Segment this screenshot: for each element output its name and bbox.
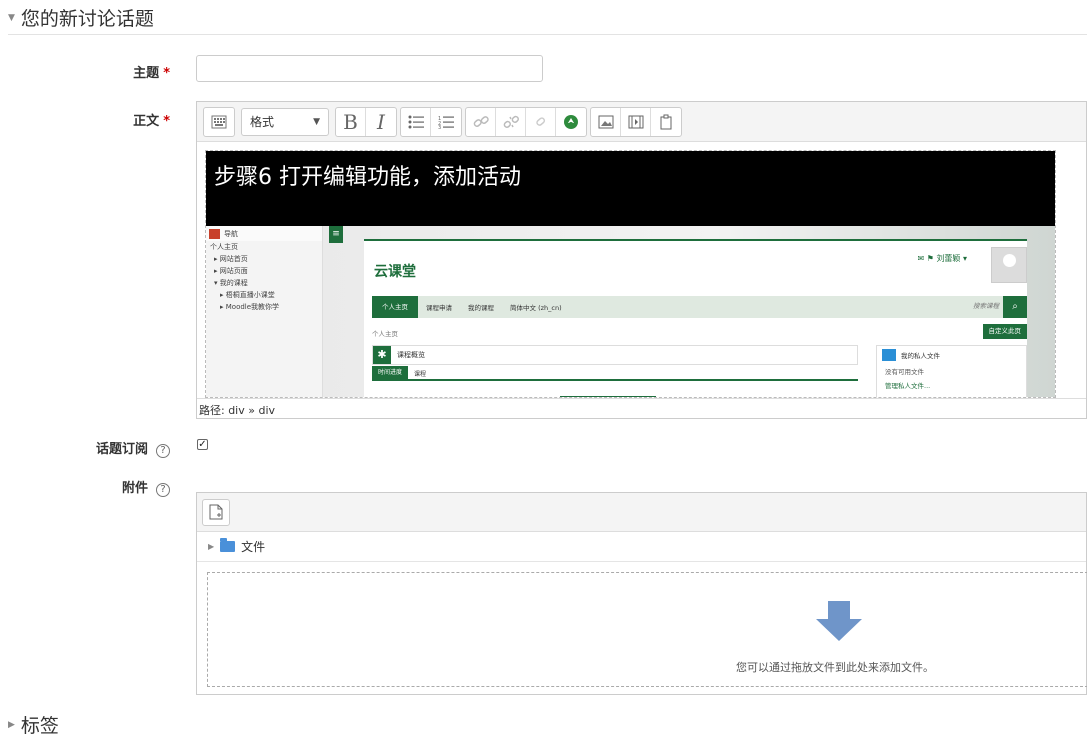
attachment-label-text: 附件 [121, 481, 148, 496]
nav-item: ▸ 梧桐直播小课堂 [220, 291, 275, 299]
unlink-button[interactable] [496, 107, 526, 136]
tab: 时间进度 [372, 366, 409, 380]
format-select-label: 格式 [250, 115, 275, 129]
nav-item: ▸ 网站首页 [214, 255, 248, 263]
section-tags-toggle[interactable]: ▶ 标签 [8, 711, 59, 738]
menu-item: 我的课程 [468, 304, 494, 312]
bold-button[interactable]: B [336, 107, 366, 136]
block-title: 课程概览 [397, 351, 425, 359]
breadcrumb: 个人主页 [372, 330, 398, 338]
editor-content-area[interactable]: 步骤6 打开编辑功能，添加活动 导航 个人主页 ▸ 网站首页 ▸ 网站页面 ▾ … [205, 150, 1056, 398]
customize-button: 自定义此页 [982, 324, 1027, 339]
folder-icon [220, 538, 236, 552]
screenshot-nav-block: 导航 个人主页 ▸ 网站首页 ▸ 网站页面 ▾ 我的课程 ▸ 梧桐直播小课堂 ▸… [206, 226, 323, 397]
clipboard-icon [660, 114, 672, 129]
subject-label: 主题 * [0, 62, 170, 81]
subscribe-label-text: 话题订阅 [95, 442, 148, 457]
file-manager: ▶ 文件 您可以通过拖放文件到此处来添加文件。 [196, 492, 1087, 695]
section-new-discussion-toggle[interactable]: ▼ 您的新讨论话题 [8, 4, 154, 31]
attachment-label: 附件? [0, 477, 170, 497]
link-icon [473, 115, 489, 127]
menu-item: 简体中文 (zh_cn) [510, 304, 562, 312]
format-select[interactable]: 格式 ▼ [241, 107, 329, 136]
recycle-icon [564, 114, 578, 129]
private-files-block: 我的私人文件 没有可用文件 管理私人文件... [876, 345, 1027, 397]
gear-icon: ✱ [373, 346, 391, 364]
help-icon[interactable]: ? [156, 444, 170, 458]
files-title: 我的私人文件 [901, 352, 940, 360]
film-icon [628, 115, 643, 128]
manage-files-link: 管理私人文件... [885, 382, 931, 390]
media-button[interactable] [621, 107, 651, 136]
numbered-list-icon: 123 [438, 116, 454, 129]
caret-right-icon: ▶ [8, 719, 15, 730]
nav-item: ▸ Moodle我教你学 [220, 303, 280, 311]
anchor-button[interactable] [526, 107, 556, 136]
help-icon[interactable]: ? [156, 483, 170, 497]
user-name: ✉ ⚑ 刘蕾颖 ▾ [917, 254, 967, 263]
folder-tree-item[interactable]: ▶ 文件 [197, 532, 1086, 562]
brand-title: 云课堂 [374, 264, 416, 280]
screenshot-main: 云课堂 ✉ ⚑ 刘蕾颖 ▾ 个人主页 课程申请 我的课程 简体中文 (zh_cn… [364, 239, 1027, 397]
editor-path: 路径: div » div [197, 398, 1086, 418]
folder-icon [882, 349, 896, 361]
file-manager-toolbar [197, 493, 1086, 532]
nav-item: 个人主页 [210, 243, 238, 251]
sitemap-icon [209, 228, 220, 239]
unordered-list-button[interactable] [401, 107, 431, 136]
required-icon: * [163, 66, 170, 81]
search-icon: ⌕ [1003, 296, 1027, 318]
toolbar-toggle-button[interactable] [204, 108, 234, 136]
caret-down-icon: ▼ [8, 12, 15, 23]
course-overview-block: ✱ 课程概览 [372, 345, 858, 365]
avatar [991, 247, 1027, 283]
embedded-screenshot: 导航 个人主页 ▸ 网站首页 ▸ 网站页面 ▾ 我的课程 ▸ 梧桐直播小课堂 ▸… [206, 226, 1055, 397]
step-banner: 步骤6 打开编辑功能，添加活动 [206, 151, 1055, 226]
anchor-link-icon [535, 116, 545, 126]
keyboard-icon [211, 115, 227, 128]
arrow-down-icon [816, 601, 862, 641]
menu-item: 个人主页 [372, 296, 418, 318]
subject-input[interactable] [196, 55, 543, 82]
search-placeholder: 搜索课程 [973, 302, 999, 310]
tab: 课程 [414, 370, 427, 378]
chevron-down-icon: ▼ [313, 116, 320, 127]
recycle-button[interactable] [556, 108, 586, 136]
italic-button[interactable]: I [366, 108, 396, 136]
message-label: 正文 * [0, 110, 170, 129]
section-title: 标签 [20, 715, 59, 737]
nav-item: ▸ 网站页面 [214, 267, 248, 275]
message-editor[interactable]: 格式 ▼ B I 123 步骤6 打开编辑功能，添加活动 导航 个人主页 ▸ 网… [196, 101, 1087, 419]
ordered-list-button[interactable]: 123 [431, 108, 461, 136]
screenshot-menubar: 个人主页 课程申请 我的课程 简体中文 (zh_cn) 搜索课程 ⌕ [372, 296, 1027, 318]
section-divider [8, 34, 1087, 35]
drop-hint: 您可以通过拖放文件到此处来添加文件。 [736, 661, 934, 674]
image-icon [598, 115, 613, 128]
bullet-list-icon [408, 115, 424, 128]
files-empty-text: 没有可用文件 [885, 368, 924, 376]
subscribe-label: 话题订阅? [0, 438, 170, 458]
message-label-text: 正文 [133, 114, 160, 129]
section-title: 您的新讨论话题 [20, 8, 154, 30]
menu-item: 课程申请 [426, 304, 452, 312]
paste-button[interactable] [651, 108, 681, 136]
overview-tabs: 时间进度 课程 [372, 366, 858, 381]
nav-item: ▾ 我的课程 [214, 279, 248, 287]
link-button[interactable] [466, 107, 496, 136]
unlink-icon [503, 115, 519, 128]
subscribe-checkbox[interactable]: ✓ [197, 439, 208, 450]
caret-right-icon: ▶ [208, 542, 215, 551]
file-drop-zone[interactable]: 您可以通过拖放文件到此处来添加文件。 [207, 572, 1087, 687]
image-button[interactable] [591, 107, 621, 136]
nav-title: 导航 [224, 229, 238, 238]
menu-icon: ≡ [329, 226, 343, 243]
add-file-button[interactable] [202, 498, 230, 526]
add-file-icon [209, 504, 223, 520]
editor-toolbar: 格式 ▼ B I 123 [197, 102, 1086, 142]
svg-text:3: 3 [438, 125, 441, 129]
folder-label: 文件 [241, 540, 266, 554]
required-icon: * [163, 114, 170, 129]
subject-label-text: 主题 [133, 66, 160, 81]
